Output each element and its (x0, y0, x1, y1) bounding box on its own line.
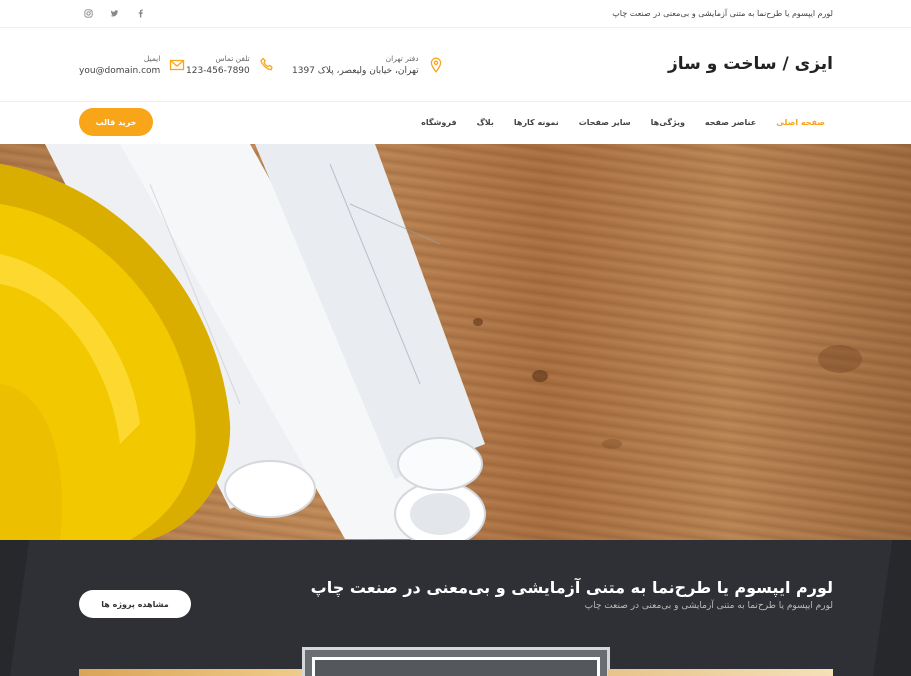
hero-image (0, 144, 911, 540)
decor-stripe-left (0, 540, 30, 676)
menu-item-home[interactable]: صفحه اصلی (776, 118, 825, 127)
project-thumb-left[interactable] (79, 669, 304, 676)
menu-item-shop[interactable]: فروشگاه (421, 118, 456, 127)
band-title: لورم ایپسوم یا طرح‌نما به متنی آزمایشی و… (310, 578, 833, 597)
phone-icon (258, 55, 276, 75)
facebook-icon[interactable] (134, 6, 146, 20)
view-projects-button[interactable]: مشاهده پروژه ها (79, 590, 191, 618)
main-menu: صفحه اصلی عناصر صفحه ویژگی‌ها سایر صفحات… (421, 118, 825, 127)
site-logo[interactable]: ایزی / ساخت و ساز (668, 54, 833, 74)
social-links (82, 6, 146, 20)
map-pin-icon (427, 55, 445, 75)
project-thumb-frame (312, 657, 600, 676)
site-header: ایزی / ساخت و ساز دفتر تهران تهران، خیاب… (0, 28, 911, 102)
main-nav: صفحه اصلی عناصر صفحه ویژگی‌ها سایر صفحات… (0, 102, 911, 144)
phone-label: تلفن تماس (215, 54, 250, 63)
buy-theme-button[interactable]: خرید قالب (79, 108, 153, 136)
email-label: ایمیل (143, 54, 161, 63)
email-info: ایمیل you@domain.com (79, 54, 186, 76)
address-label: دفتر تهران (385, 54, 419, 63)
band-subtitle: لورم ایپسوم یا طرح‌نما به متنی آزمایشی و… (584, 601, 833, 611)
instagram-icon[interactable] (82, 6, 94, 20)
top-tagline: لورم ایپسوم یا طرح‌نما به متنی آزمایشی و… (612, 9, 833, 18)
project-thumb-right[interactable] (608, 669, 833, 676)
envelope-icon (168, 55, 186, 75)
project-thumb-center[interactable] (302, 647, 610, 676)
menu-item-features[interactable]: ویژگی‌ها (651, 118, 685, 127)
email-value[interactable]: you@domain.com (79, 66, 160, 76)
decor-stripe-right (869, 540, 911, 676)
phone-info: تلفن تماس 123-456-7890 (186, 54, 276, 76)
call-to-action-band: لورم ایپسوم یا طرح‌نما به متنی آزمایشی و… (0, 540, 911, 676)
menu-item-elements[interactable]: عناصر صفحه (705, 118, 756, 127)
phone-value[interactable]: 123-456-7890 (186, 66, 250, 76)
menu-item-portfolio[interactable]: نمونه کارها (514, 118, 559, 127)
twitter-icon[interactable] (108, 6, 120, 20)
menu-item-blog[interactable]: بلاگ (477, 118, 494, 127)
address-value: تهران، خیابان ولیعصر، پلاک 1397 (292, 66, 419, 76)
menu-item-pages[interactable]: سایر صفحات (579, 118, 631, 127)
hero-illustration (0, 144, 862, 540)
top-bar: لورم ایپسوم یا طرح‌نما به متنی آزمایشی و… (0, 0, 911, 28)
address-info: دفتر تهران تهران، خیابان ولیعصر، پلاک 13… (292, 54, 445, 76)
